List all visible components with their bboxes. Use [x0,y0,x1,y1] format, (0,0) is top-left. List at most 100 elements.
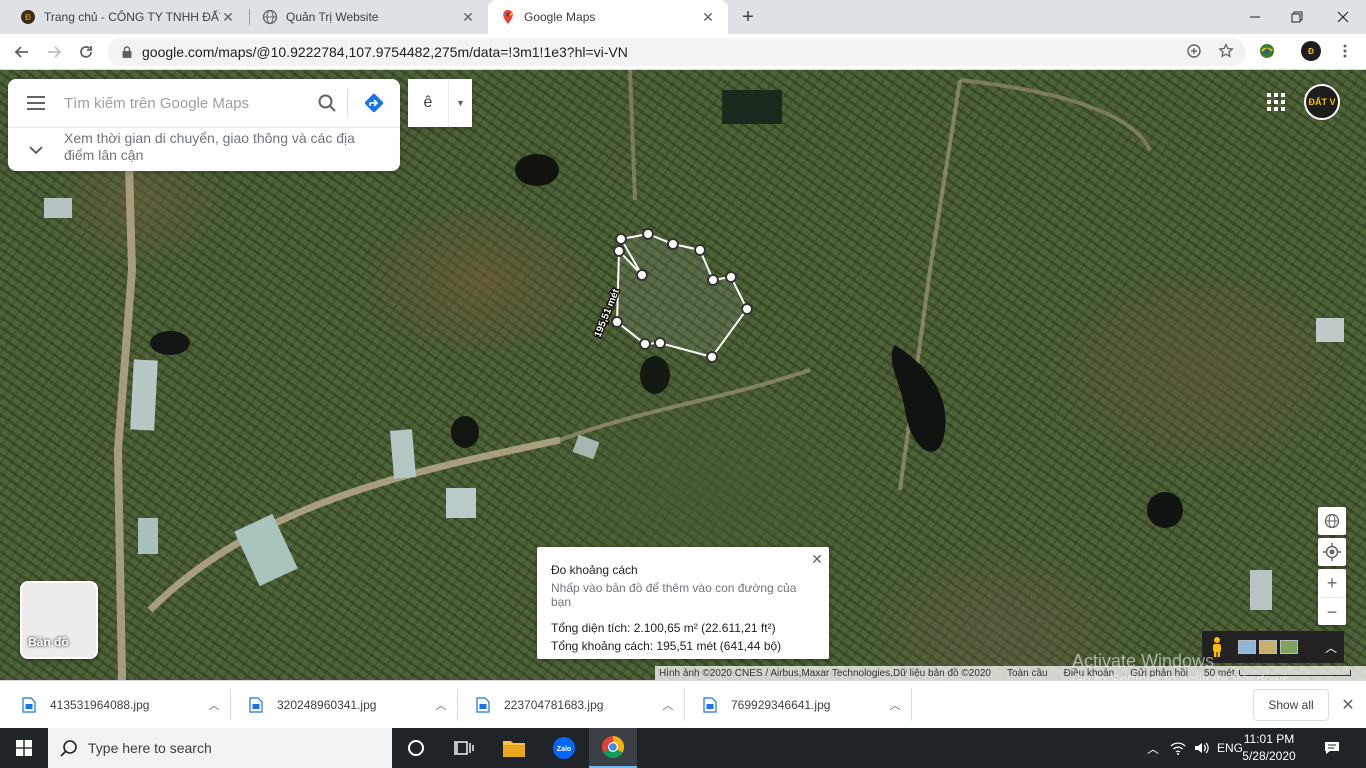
chevron-up-icon[interactable]: ︿ [427,697,455,713]
download-item[interactable]: 769929346641.jpg ︿ [681,681,909,729]
tab-trang-chu[interactable]: Đ Trang chủ - CÔNG TY TNHH ĐẤT ✕ [8,0,248,34]
image-file-icon [476,697,490,713]
zoom-out-button[interactable]: − [1318,598,1346,626]
taskbar-search-placeholder: Type here to search [88,740,212,756]
image-file-icon [249,697,263,713]
measured-polygon[interactable] [611,228,753,363]
zalo-icon[interactable]: Zalo [540,728,588,768]
system-clock[interactable]: 11:01 PM 5/28/2020 [1238,731,1300,765]
caret-down-icon[interactable]: ▼ [448,79,472,127]
map-layer-toggle[interactable]: Bản đồ [20,581,98,659]
tab-quan-tri[interactable]: Quản Trị Website ✕ [250,0,488,34]
restore-button[interactable] [1274,0,1320,34]
global-link[interactable]: Toàn cầu [1007,668,1048,679]
scale-bar[interactable]: 50 mét [1204,668,1351,679]
url-text: google.com/maps/@10.9222784,107.9754482,… [142,44,628,60]
scale-line [1238,670,1351,676]
measure-area: Tổng diện tích: 2.100,65 m² (22.611,21 f… [551,621,776,635]
close-window-button[interactable] [1320,0,1366,34]
imagery-thumbnails[interactable] [1238,640,1298,654]
zoom-in-button[interactable]: + [1318,569,1346,597]
cortana-icon[interactable] [392,728,440,768]
imagery-tile[interactable] [1259,640,1277,654]
windows-taskbar: Type here to search Zalo ︿ ENG 11:01 PM … [0,728,1366,768]
address-bar[interactable]: google.com/maps/@10.9222784,107.9754482,… [108,38,1246,66]
tab-title: Quản Trị Website [286,10,379,24]
image-file-icon [703,697,717,713]
globe-view-button[interactable] [1318,507,1346,535]
show-all-button[interactable]: Show all [1253,689,1329,721]
download-item[interactable]: 413531964088.jpg ︿ [0,681,228,729]
measure-distance: Tổng khoảng cách: 195,51 mét (641,44 bộ) [551,639,782,653]
zoom-icon[interactable] [1183,40,1205,62]
google-maps-pin-icon [500,9,516,25]
volume-icon[interactable] [1190,728,1214,768]
svg-text:Đ: Đ [25,13,31,22]
clock-time: 11:01 PM [1243,732,1295,746]
expand-up-icon[interactable]: ︿ [1318,639,1344,656]
browser-menu-icon[interactable] [1334,40,1356,62]
chrome-icon[interactable] [589,728,637,768]
chevron-up-icon[interactable]: ︿ [654,697,682,713]
explore-text: Xem thời gian di chuyển, giao thông và c… [64,130,355,163]
download-item[interactable]: 223704781683.jpg ︿ [454,681,682,729]
close-tab-icon[interactable]: ✕ [220,9,236,25]
hamburger-menu-icon[interactable] [8,79,64,127]
imagery-tile[interactable] [1280,640,1298,654]
forward-button[interactable] [40,38,68,66]
profile-avatar[interactable]: Đ [1300,40,1322,62]
imagery-tile[interactable] [1238,640,1256,654]
extension-icon[interactable] [1256,40,1278,62]
pegman-icon[interactable] [1202,636,1232,658]
satellite-map[interactable]: 195,51 mét Tìm kiếm trên Google Maps Xem… [0,70,1366,680]
svg-text:Đ: Đ [1308,47,1314,56]
directions-icon[interactable] [348,79,400,127]
new-tab-button[interactable]: + [737,6,759,28]
task-view-icon[interactable] [440,728,488,768]
close-downloads-icon[interactable]: ✕ [1338,695,1358,715]
svg-text:Zalo: Zalo [557,746,571,753]
download-filename: 413531964088.jpg [50,698,150,712]
bookmark-star-icon[interactable] [1215,40,1237,62]
download-filename: 769929346641.jpg [731,698,831,712]
search-box: Tìm kiếm trên Google Maps [8,79,400,127]
explore-nearby-panel[interactable]: Xem thời gian di chuyển, giao thông và c… [8,127,400,171]
tab-strip: Đ Trang chủ - CÔNG TY TNHH ĐẤT ✕ Quản Tr… [0,0,1366,34]
minimize-button[interactable] [1232,0,1278,34]
layer-label: Bản đồ [28,635,69,649]
terms-link[interactable]: Điều khoản [1064,668,1115,679]
close-tab-icon[interactable]: ✕ [700,9,716,25]
scale-text: 50 mét [1204,667,1235,679]
reload-button[interactable] [72,38,100,66]
search-input[interactable]: Tìm kiếm trên Google Maps [64,95,307,112]
imagery-bar: ︿ [1202,631,1344,663]
windows-start-icon[interactable] [0,728,48,768]
lock-icon [122,46,132,58]
back-button[interactable] [8,38,36,66]
measure-hint: Nhấp vào bản đồ để thêm vào con đường củ… [551,581,797,609]
notifications-icon[interactable] [1312,728,1352,768]
account-avatar[interactable]: ĐẤT V [1304,84,1340,120]
chevron-up-icon[interactable]: ︿ [200,697,228,713]
download-filename: 223704781683.jpg [504,698,604,712]
close-icon[interactable]: ✕ [809,551,825,567]
chevron-up-icon[interactable]: ︿ [881,697,909,713]
file-explorer-icon[interactable] [490,728,538,768]
feedback-link[interactable]: Gửi phản hồi [1130,668,1188,679]
chevron-down-icon[interactable] [8,128,64,172]
download-item[interactable]: 320248960341.jpg ︿ [227,681,455,729]
network-icon[interactable] [1166,728,1190,768]
show-hidden-icons[interactable]: ︿ [1142,728,1164,768]
map-footer: Hình ảnh ©2020 CNES / Airbus,Maxar Techn… [655,666,1366,680]
download-filename: 320248960341.jpg [277,698,377,712]
tab-title: Google Maps [524,10,596,24]
close-tab-icon[interactable]: ✕ [460,9,476,25]
search-icon[interactable] [307,79,347,127]
my-location-button[interactable] [1318,538,1346,566]
input-tools-button[interactable]: ê ▼ [408,79,472,127]
google-apps-icon[interactable] [1264,90,1288,114]
tab-google-maps[interactable]: Google Maps ✕ [488,0,728,34]
tab-title: Trang chủ - CÔNG TY TNHH ĐẤT [44,10,220,24]
imagery-credit: Hình ảnh ©2020 CNES / Airbus,Maxar Techn… [659,667,991,679]
taskbar-search-input[interactable]: Type here to search [48,728,392,768]
